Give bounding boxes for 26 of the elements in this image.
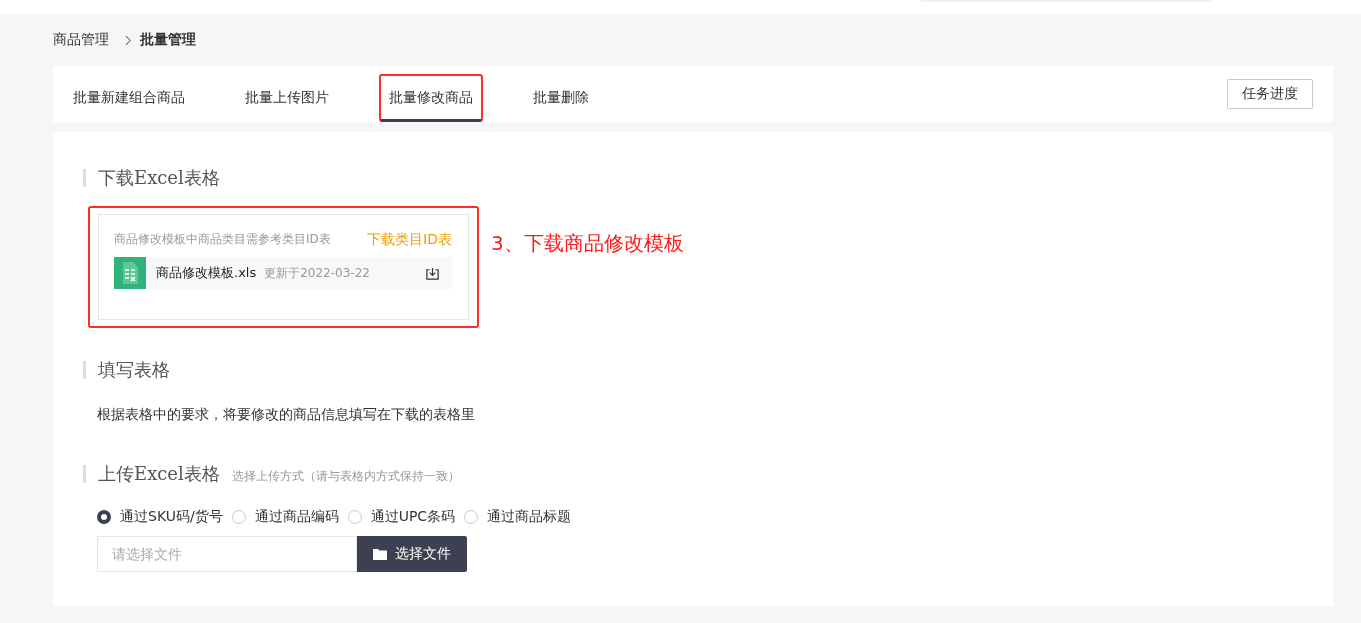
choose-file-button[interactable]: 选择文件 (357, 536, 467, 572)
radio-label[interactable]: 通过商品编码 (254, 508, 339, 526)
section-title: 填写表格 (98, 358, 170, 382)
radio-label[interactable]: 通过商品标题 (487, 508, 572, 526)
chevron-icon (125, 34, 132, 46)
annotation-text: 3、下载商品修改模板 (491, 230, 684, 257)
breadcrumb-item[interactable]: 商品管理 (53, 31, 109, 49)
radio-button[interactable] (97, 510, 111, 524)
radio-label[interactable]: 通过UPC条码 (370, 508, 456, 526)
tab[interactable]: 批量新建组合商品 (65, 78, 193, 122)
tab[interactable]: 批量删除 (525, 78, 597, 122)
section-title: 上传Excel表格 (98, 462, 220, 486)
file-name: 商品修改模板.xls (156, 264, 257, 282)
radio-label[interactable]: 通过SKU码/货号 (120, 508, 223, 526)
task-progress-button[interactable]: 任务进度 (1227, 79, 1313, 109)
card-hint: 商品修改模板中商品类目需参考类目ID表 (114, 231, 331, 248)
section-title: 下载Excel表格 (98, 166, 220, 190)
section-subtitle: 选择上传方式（请与表格内方式保持一致） (231, 468, 460, 485)
update-date: 更新于2022-03-22 (264, 264, 370, 282)
download-icon[interactable] (425, 265, 440, 281)
breadcrumb-item: 批量管理 (140, 31, 196, 49)
tab[interactable]: 批量上传图片 (237, 78, 337, 122)
folder-icon (373, 548, 387, 560)
instruction-text: 根据表格中的要求，将要修改的商品信息填写在下载的表格里 (97, 406, 476, 424)
tab[interactable]: 批量修改商品 (381, 78, 481, 122)
file-field[interactable]: 请选择文件 (97, 536, 357, 572)
